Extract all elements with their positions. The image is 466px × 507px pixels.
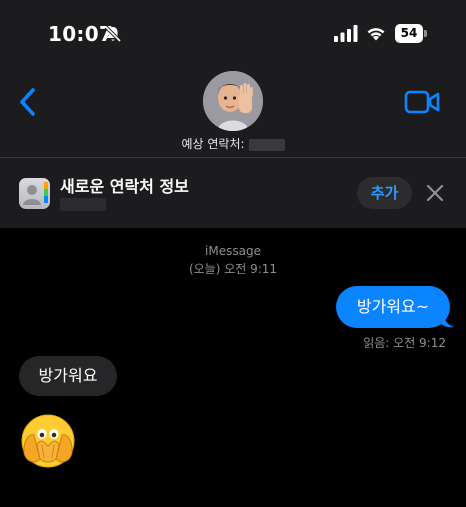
read-receipt: 읽음: 오전 9:12 xyxy=(363,336,446,350)
redacted-phone-number xyxy=(248,138,285,151)
new-contact-title: 새로운 연락처 정보 xyxy=(60,177,189,196)
redacted-contact-detail xyxy=(60,198,106,211)
back-button[interactable] xyxy=(14,84,44,120)
received-message-bubble[interactable]: 방가워요 xyxy=(19,356,117,396)
suggested-contact-label: 예상 연락처: xyxy=(181,137,245,151)
wifi-icon xyxy=(367,28,385,41)
conversation-header: 10:07 54 예상 연락처: xyxy=(0,0,466,157)
battery-tip xyxy=(424,30,427,37)
add-contact-button[interactable]: 추가 xyxy=(357,177,412,209)
contacts-app-icon xyxy=(19,178,50,209)
status-bar: 10:07 54 xyxy=(0,0,466,60)
conversation-timestamp: (오늘) 오전 9:11 xyxy=(188,262,278,276)
sent-message-bubble[interactable]: 방가워요~ xyxy=(336,286,450,328)
video-call-button[interactable] xyxy=(404,89,440,115)
face-with-open-eyes-and-hand-over-mouth-emoji[interactable] xyxy=(20,413,76,469)
close-icon[interactable] xyxy=(425,183,445,203)
battery-indicator: 54 xyxy=(395,24,427,43)
service-label: iMessage xyxy=(205,244,261,258)
bell-slash-icon xyxy=(104,25,122,43)
contact-caption[interactable]: 예상 연락처: xyxy=(0,135,466,152)
cellular-signal-icon xyxy=(334,25,358,42)
memoji-avatar-icon xyxy=(203,71,263,131)
battery-level: 54 xyxy=(395,24,423,43)
contact-avatar[interactable] xyxy=(203,71,263,131)
